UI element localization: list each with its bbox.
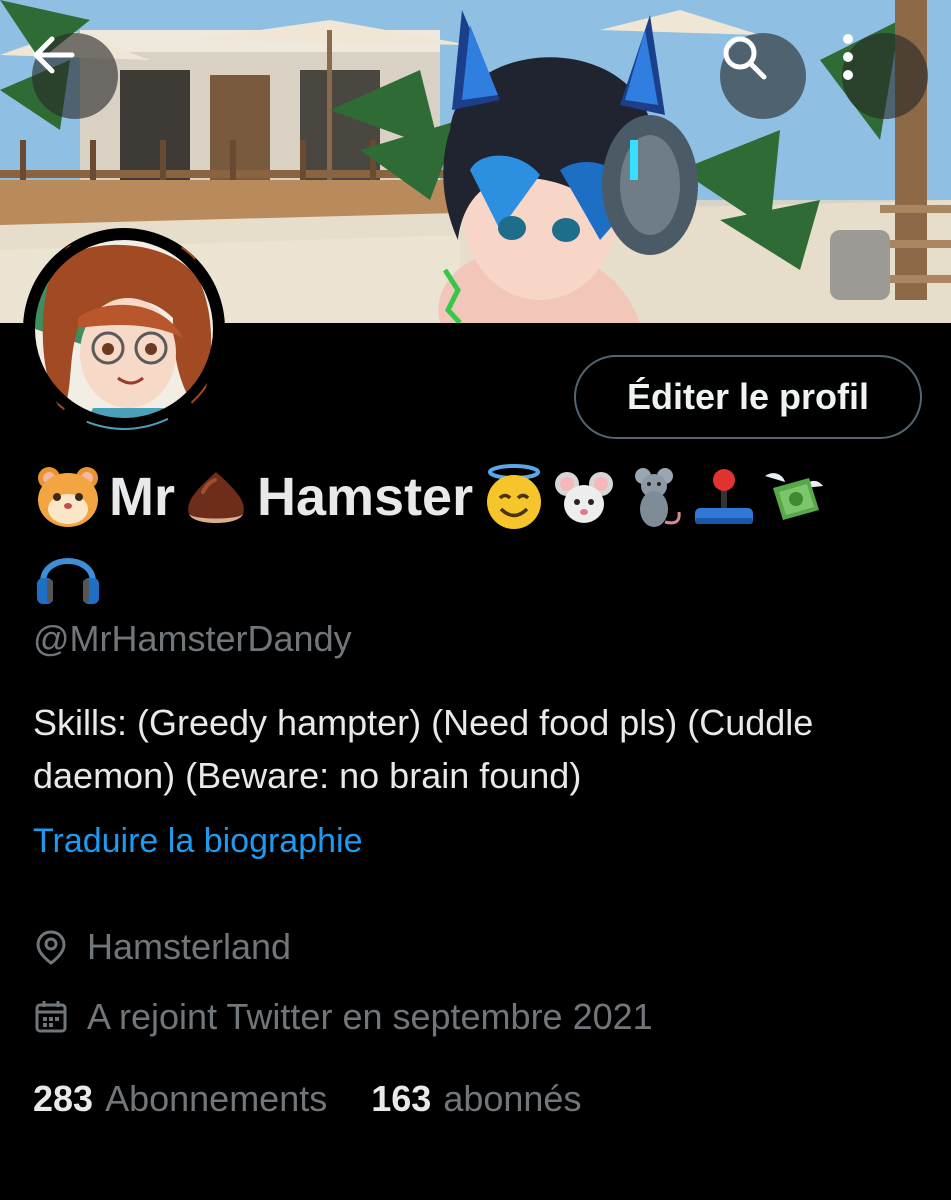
mouse-face-icon (549, 462, 619, 532)
calendar-icon (33, 999, 69, 1035)
profile-join-date: A rejoint Twitter en septembre 2021 (33, 992, 653, 1042)
profile-location: Hamsterland (33, 922, 291, 972)
follow-stats: 283 Abonnements 163 abonnés (33, 1074, 581, 1124)
chestnut-icon (181, 462, 251, 532)
back-button[interactable] (32, 33, 118, 119)
display-name-continued (33, 540, 103, 610)
following-count: 283 (33, 1078, 94, 1119)
magnifier-icon (723, 36, 767, 80)
following-label: Abonnements (105, 1078, 328, 1119)
more-options-button[interactable] (842, 33, 928, 119)
translate-bio-link[interactable]: Traduire la biographie (33, 822, 363, 861)
display-name-first: Mr (109, 467, 175, 527)
arrow-left-icon (33, 36, 75, 74)
joystick-icon (689, 462, 759, 532)
following-link[interactable]: 283 Abonnements (33, 1078, 327, 1120)
user-handle: @MrHamsterDandy (33, 618, 352, 659)
search-button[interactable] (720, 33, 806, 119)
hamster-face-icon (33, 462, 103, 532)
vertical-ellipsis-icon (843, 34, 853, 80)
profile-bio: Skills: (Greedy hampter) (Need food pls)… (33, 702, 814, 796)
location-pin-icon (33, 929, 69, 965)
followers-label: abonnés (443, 1078, 582, 1119)
followers-link[interactable]: 163 abonnés (371, 1078, 581, 1120)
headphones-icon (33, 540, 103, 610)
rat-icon (619, 462, 689, 532)
join-date-text: A rejoint Twitter en septembre 2021 (87, 996, 653, 1037)
followers-count: 163 (371, 1078, 432, 1119)
edit-profile-button[interactable]: Éditer le profil (574, 355, 922, 439)
money-with-wings-icon (759, 462, 829, 532)
display-name-last: Hamster (257, 467, 474, 527)
location-text: Hamsterland (87, 926, 292, 967)
avatar-image (25, 230, 223, 430)
display-name: Mr Hamster (33, 462, 829, 532)
avatar[interactable] (23, 228, 225, 430)
smiling-face-with-halo-icon (479, 462, 549, 532)
